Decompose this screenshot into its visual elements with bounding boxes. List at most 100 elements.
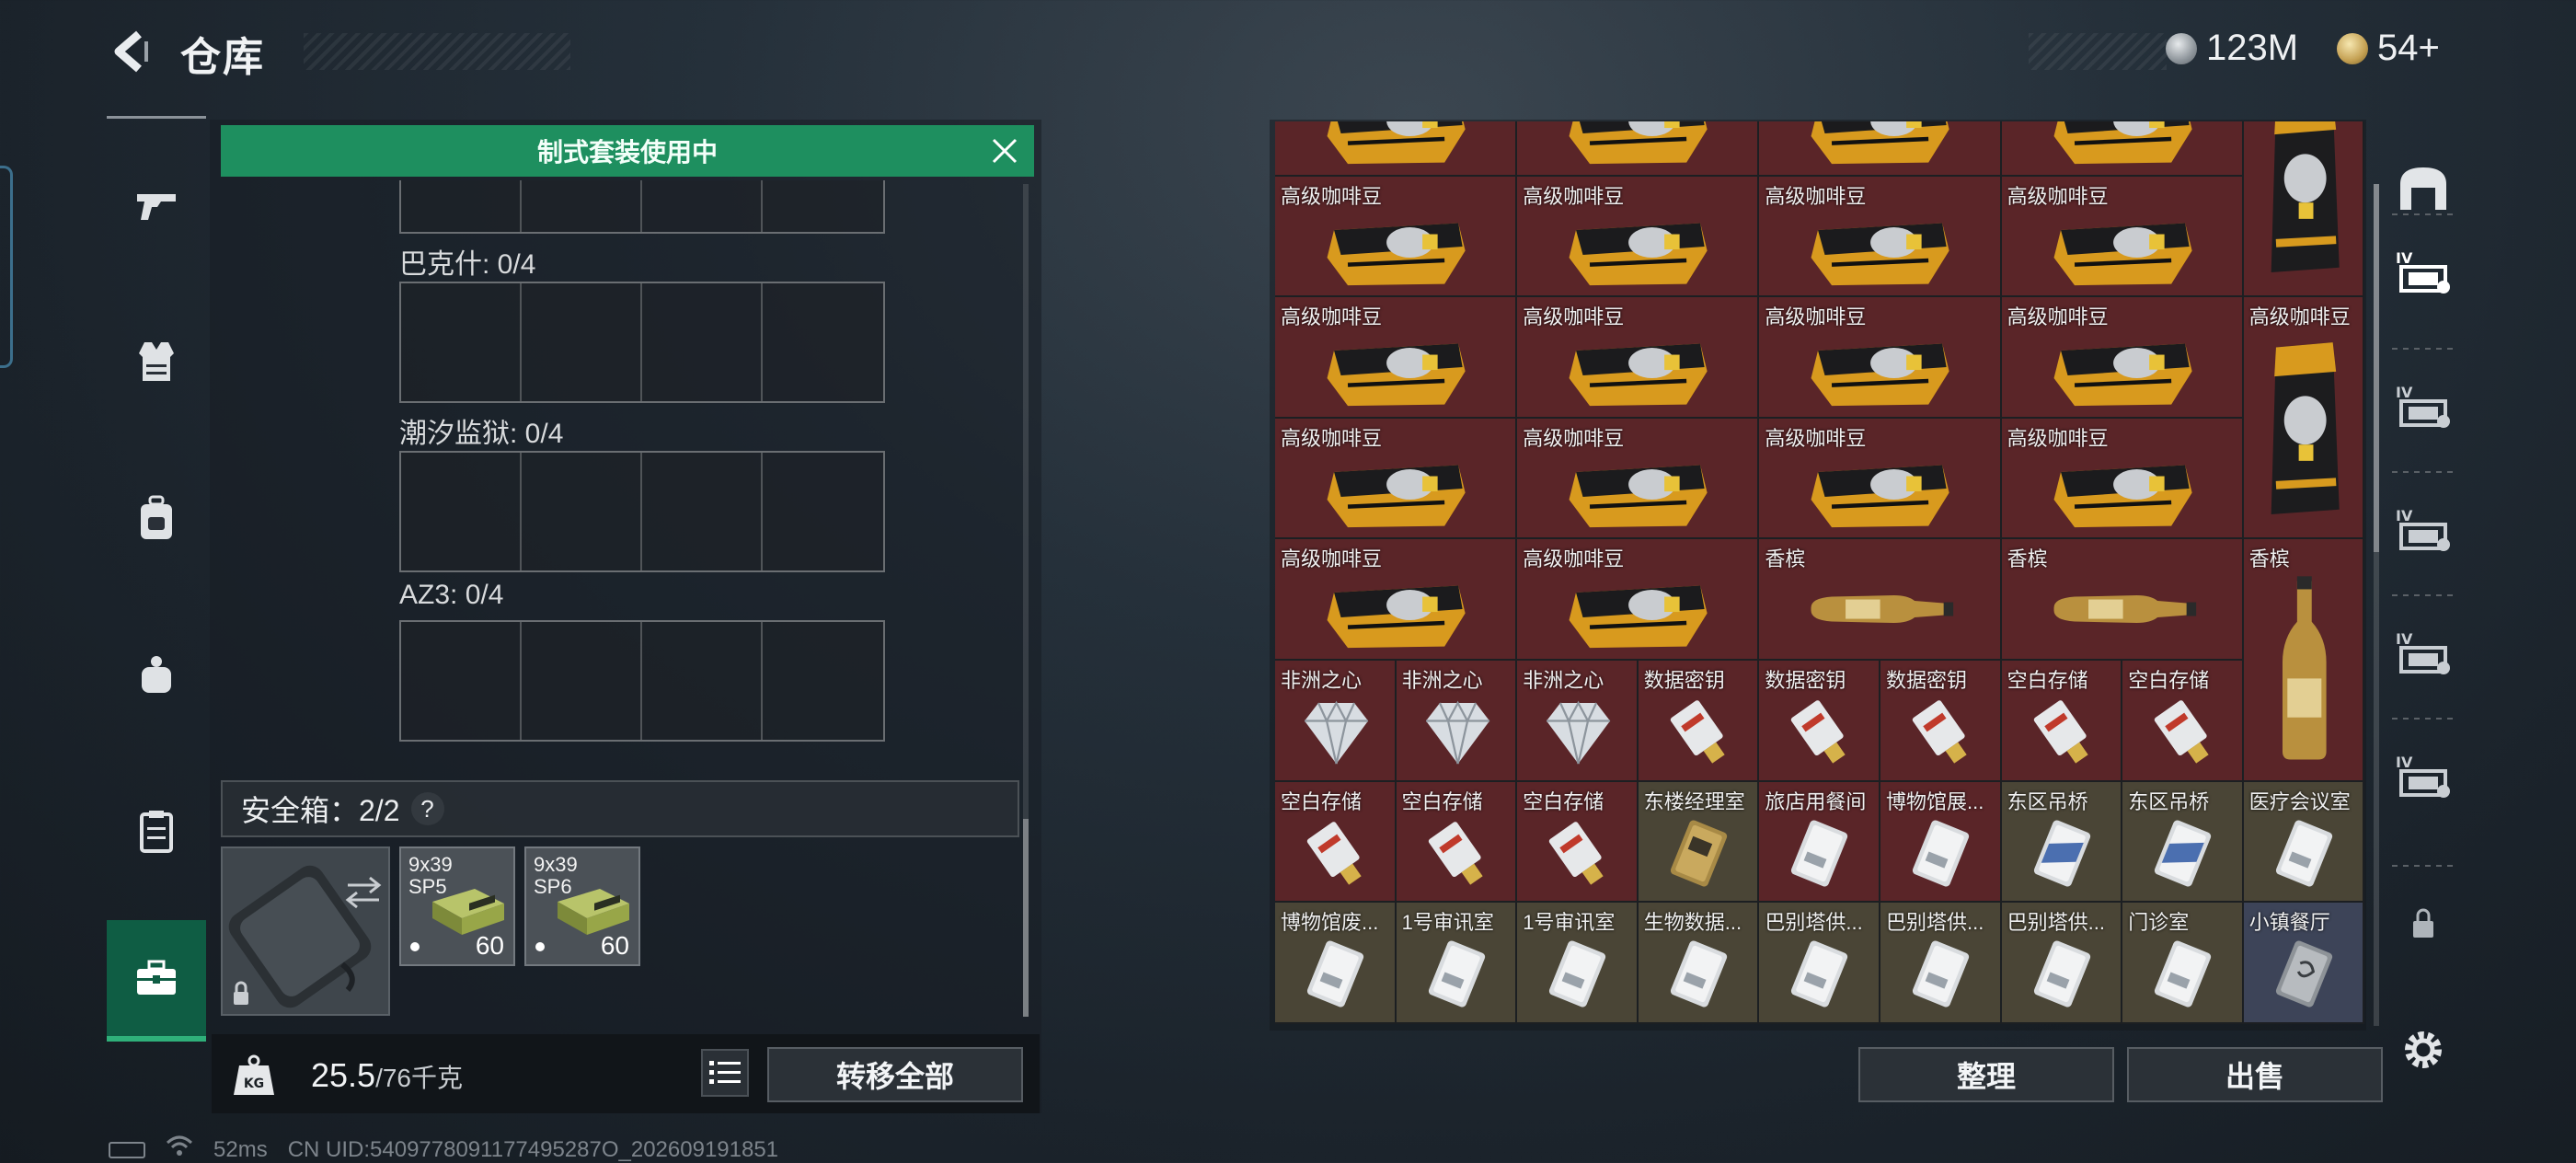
key-slot[interactable]	[522, 283, 642, 401]
nav-weapons[interactable]	[107, 155, 206, 256]
stash-item[interactable]: 博物馆展...	[1880, 781, 2002, 904]
stash-item[interactable]: 巴别塔供...	[1880, 903, 2002, 1024]
key-slot[interactable]	[522, 453, 642, 570]
stash-item[interactable]: 门诊室	[2122, 903, 2244, 1024]
key-slot[interactable]	[763, 453, 883, 570]
stash-item[interactable]: 空白存储	[1275, 781, 1397, 904]
key-slot[interactable]	[642, 453, 763, 570]
locked-tab[interactable]	[2386, 883, 2460, 966]
stash-item[interactable]: 巴别塔供...	[2001, 903, 2123, 1024]
stash-item[interactable]: 香槟	[2243, 539, 2365, 782]
stash-item[interactable]	[1517, 121, 1760, 177]
stash-item[interactable]: 数据密钥	[1638, 661, 1760, 782]
item-image	[1280, 444, 1512, 538]
stash-item[interactable]: 小镇餐厅	[2243, 903, 2365, 1024]
stash-item[interactable]	[1759, 121, 2002, 177]
stash-item[interactable]: 非洲之心	[1275, 661, 1397, 782]
stash-tab-5[interactable]: IV	[2386, 613, 2460, 696]
stash-scrollbar-thumb[interactable]	[2374, 184, 2379, 552]
settings-button[interactable]	[2386, 1010, 2460, 1093]
help-button[interactable]: ?	[410, 792, 444, 825]
stash-item[interactable]: 高级咖啡豆	[1517, 176, 1760, 298]
stash-item[interactable]: 东楼经理室	[1638, 781, 1760, 904]
close-icon[interactable]	[988, 134, 1021, 167]
stash-item[interactable]: 高级咖啡豆	[1759, 297, 2002, 419]
list-view-button[interactable]	[701, 1049, 749, 1097]
stash-tab-4[interactable]: IV	[2386, 489, 2460, 572]
stash-item[interactable]: 旅店用餐间	[1759, 781, 1880, 904]
back-button[interactable]	[103, 26, 158, 77]
stash-item[interactable]: 高级咖啡豆	[1275, 418, 1518, 540]
key-slot[interactable]	[642, 180, 763, 232]
nav-pouch[interactable]	[107, 624, 206, 725]
coffee-bean-bag-icon	[1811, 465, 1950, 527]
stash-tab-6[interactable]: IV	[2386, 736, 2460, 819]
left-scrollbar-thumb[interactable]	[1023, 819, 1029, 1017]
item-image	[2007, 323, 2239, 417]
stash-item[interactable]: 香槟	[2001, 539, 2244, 661]
stash-item[interactable]: 高级咖啡豆	[1275, 297, 1518, 419]
stash-item[interactable]: 非洲之心	[1396, 661, 1518, 782]
key-slot[interactable]	[763, 283, 883, 401]
stash-item[interactable]: 博物馆废...	[1275, 903, 1397, 1024]
stash-item[interactable]: 高级咖啡豆	[1759, 176, 2002, 298]
transfer-all-button[interactable]: 转移全部	[767, 1047, 1023, 1102]
stash-item[interactable]: 高级咖啡豆	[2001, 176, 2244, 298]
stash-item[interactable]: 高级咖啡豆	[2243, 297, 2365, 540]
stash-tab-1[interactable]	[2386, 149, 2460, 232]
stash-item[interactable]: 医疗会议室	[2243, 781, 2365, 904]
stash-item[interactable]: 1号审讯室	[1517, 903, 1639, 1024]
nav-armor[interactable]	[107, 311, 206, 412]
coffee-bean-bag-icon	[2271, 121, 2340, 273]
item-label: 数据密钥	[1643, 669, 1725, 692]
stash-item[interactable]	[1275, 121, 1518, 177]
stash-tab-2[interactable]: IV	[2386, 232, 2460, 315]
key-slot[interactable]	[401, 622, 522, 740]
stash-item[interactable]: 高级咖啡豆	[1275, 176, 1518, 298]
stash-tab-3[interactable]: IV	[2386, 366, 2460, 449]
key-slot[interactable]	[401, 453, 522, 570]
stash-item[interactable]: 香槟	[1759, 539, 2002, 661]
sell-button[interactable]: 出售	[2127, 1047, 2383, 1102]
stash-item[interactable]: 东区吊桥	[2122, 781, 2244, 904]
ammo-item[interactable]: 9x39 SP5 60	[399, 846, 515, 966]
stash-item[interactable]: 高级咖啡豆	[2001, 418, 2244, 540]
key-slot[interactable]	[522, 180, 642, 232]
stash-item[interactable]: 高级咖啡豆	[1517, 418, 1760, 540]
key-slot[interactable]	[401, 283, 522, 401]
key-slot[interactable]	[763, 180, 883, 232]
key-slot[interactable]	[642, 622, 763, 740]
stash-item[interactable]: 空白存储	[1517, 781, 1639, 904]
stash-item[interactable]: 空白存储	[1396, 781, 1518, 904]
stash-item[interactable]: 数据密钥	[1880, 661, 2002, 782]
key-slot[interactable]	[642, 283, 763, 401]
nav-toolbox[interactable]	[107, 920, 206, 1042]
side-drawer-handle[interactable]	[0, 166, 13, 368]
stash-item[interactable]: 空白存储	[2122, 661, 2244, 782]
stash-item[interactable]: 生物数据...	[1638, 903, 1760, 1024]
tab-separator	[2392, 348, 2456, 350]
key-slot[interactable]	[522, 622, 642, 740]
stash-item[interactable]: 高级咖啡豆	[1275, 539, 1518, 661]
key-slot[interactable]	[401, 180, 522, 232]
stash-item[interactable]	[2243, 121, 2365, 298]
stash-item[interactable]: 东区吊桥	[2001, 781, 2123, 904]
nav-backpack[interactable]	[107, 467, 206, 569]
currency-silver[interactable]: 123M	[2166, 28, 2298, 69]
key-slot[interactable]	[763, 622, 883, 740]
stash-item[interactable]: 高级咖啡豆	[1759, 418, 2002, 540]
ammo-item[interactable]: 9x39 SP6 60	[524, 846, 640, 966]
safe-case-slot[interactable]	[221, 846, 390, 1016]
stash-item[interactable]	[2001, 121, 2244, 177]
stash-item[interactable]: 非洲之心	[1517, 661, 1639, 782]
stash-item[interactable]: 数据密钥	[1759, 661, 1880, 782]
organize-button[interactable]: 整理	[1858, 1047, 2114, 1102]
stash-item[interactable]: 巴别塔供...	[1759, 903, 1880, 1024]
stash-item[interactable]: 1号审讯室	[1396, 903, 1518, 1024]
stash-item[interactable]: 高级咖啡豆	[1517, 297, 1760, 419]
nav-inventory-list[interactable]	[107, 780, 206, 881]
stash-item[interactable]: 高级咖啡豆	[2001, 297, 2244, 419]
currency-gold[interactable]: 54+	[2337, 28, 2440, 69]
stash-item[interactable]: 高级咖啡豆	[1517, 539, 1760, 661]
stash-item[interactable]: 空白存储	[2001, 661, 2123, 782]
